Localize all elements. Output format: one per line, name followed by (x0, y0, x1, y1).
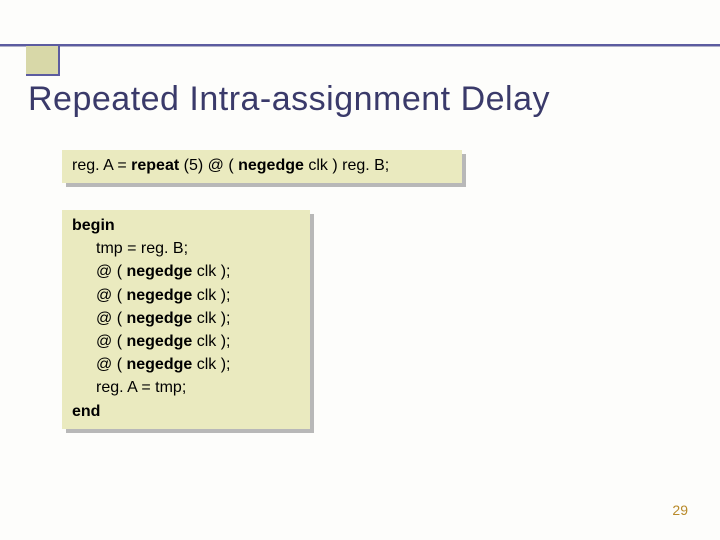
code-line: @ ( negedge clk ); (72, 260, 300, 283)
code-line: @ ( negedge clk ); (72, 307, 300, 330)
code-line: @ ( negedge clk ); (72, 284, 300, 307)
code-text: clk ) reg. B; (304, 157, 389, 174)
code-text: @ ( (96, 263, 126, 280)
code-text: (5) @ ( (179, 157, 238, 174)
keyword-end: end (72, 400, 300, 423)
code-text: clk ); (192, 310, 230, 327)
code-text: @ ( (96, 356, 126, 373)
code-box-expanded: begin tmp = reg. B; @ ( negedge clk ); @… (62, 210, 310, 429)
slide-title: Repeated Intra-assignment Delay (28, 80, 550, 119)
code-text: clk ); (192, 263, 230, 280)
keyword-negedge: negedge (126, 310, 192, 327)
keyword-negedge: negedge (126, 333, 192, 350)
page-number: 29 (672, 502, 688, 518)
code-text: @ ( (96, 333, 126, 350)
code-line: @ ( negedge clk ); (72, 353, 300, 376)
code-box-repeat: reg. A = repeat (5) @ ( negedge clk ) re… (62, 150, 462, 183)
code-line: @ ( negedge clk ); (72, 330, 300, 353)
keyword-negedge: negedge (126, 287, 192, 304)
code-text: @ ( (96, 310, 126, 327)
code-text: @ ( (96, 287, 126, 304)
keyword-negedge: negedge (126, 263, 192, 280)
code-line: tmp = reg. B; (72, 237, 300, 260)
top-rule (0, 44, 720, 46)
code-text: reg. A = (72, 157, 131, 174)
code-text: clk ); (192, 333, 230, 350)
keyword-begin: begin (72, 214, 300, 237)
keyword-negedge: negedge (238, 157, 304, 174)
keyword-repeat: repeat (131, 157, 179, 174)
corner-accent (26, 46, 60, 76)
code-text: clk ); (192, 356, 230, 373)
code-text: clk ); (192, 287, 230, 304)
slide: Repeated Intra-assignment Delay reg. A =… (0, 0, 720, 540)
code-line: reg. A = tmp; (72, 376, 300, 399)
keyword-negedge: negedge (126, 356, 192, 373)
